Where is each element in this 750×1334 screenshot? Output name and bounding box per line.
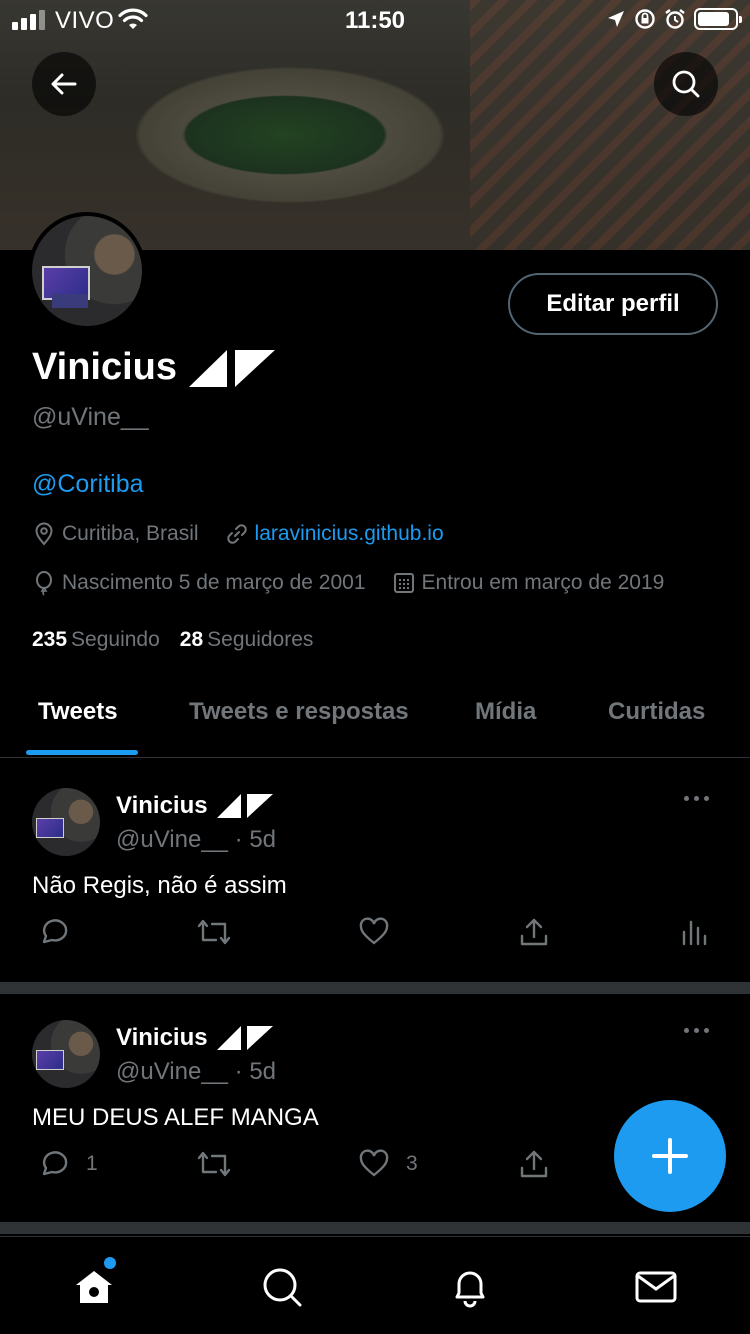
tweet-avatar[interactable] [32, 788, 100, 856]
avatar-laptop-base [52, 294, 88, 308]
website-item[interactable]: laravinicius.github.io [225, 522, 444, 546]
arrow-left-icon [51, 73, 77, 95]
map-pin-icon [35, 522, 53, 546]
name-logo-icon [216, 794, 273, 818]
tab-tweets-and-replies[interactable]: Tweets e respostas [189, 698, 409, 726]
analytics-icon [682, 920, 707, 946]
profile-tabs: Tweets Tweets e respostas Mídia Curtidas [0, 670, 750, 758]
more-options-icon[interactable] [684, 1028, 709, 1033]
balloon-icon [36, 571, 52, 596]
tweet-text: Não Regis, não é assim [32, 872, 287, 899]
battery-icon [694, 8, 742, 30]
tweet-author-name: Vinicius [116, 1024, 208, 1051]
tweet-text: MEU DEUS ALEF MANGA [32, 1104, 319, 1131]
followers-link[interactable]: 28 Seguidores [180, 628, 314, 652]
tweet-author-row: Vinicius [116, 1024, 274, 1052]
website-link[interactable]: laravinicius.github.io [255, 522, 444, 546]
birth-text: Nascimento 5 de março de 2001 [62, 571, 366, 594]
following-link[interactable]: 235 Seguindo [32, 628, 160, 652]
nav-messages[interactable] [634, 1265, 678, 1309]
share-icon [520, 918, 548, 946]
profile-meta-location-row: Curitiba, Brasil laravinicius.github.io [32, 522, 470, 546]
profile-avatar[interactable] [28, 212, 146, 330]
share-icon [520, 1150, 548, 1178]
location-arrow-icon [608, 11, 624, 27]
tab-likes[interactable]: Curtidas [608, 698, 705, 726]
tab-tweets[interactable]: Tweets [38, 698, 118, 726]
retweet-button[interactable] [196, 1148, 232, 1180]
analytics-button[interactable] [680, 916, 708, 948]
link-icon [226, 524, 247, 544]
bell-icon [455, 1271, 485, 1308]
bottom-nav [0, 1236, 750, 1334]
birth-item: Nascimento 5 de março de 2001 [32, 570, 366, 596]
home-icon [76, 1271, 112, 1303]
share-button[interactable] [518, 916, 550, 948]
bio-mention-link[interactable]: @Coritiba [32, 470, 144, 499]
status-right-icons [606, 8, 742, 30]
search-icon [672, 70, 700, 98]
tweet-handle-time: @uVine__ · 5d [116, 826, 277, 853]
nav-search[interactable] [260, 1265, 304, 1309]
heart-icon [359, 1149, 389, 1177]
profile-name-row: Vinicius [32, 346, 277, 389]
reply-button[interactable]: 1 [38, 1148, 98, 1180]
retweet-icon [197, 919, 231, 945]
tweet-separator [0, 1222, 750, 1234]
calendar-icon [393, 573, 414, 593]
joined-item: Entrou em março de 2019 [392, 571, 665, 595]
tweet-avatar[interactable] [32, 1020, 100, 1088]
reply-icon [42, 1151, 68, 1176]
search-button[interactable] [654, 52, 718, 116]
name-logo-icon [216, 1026, 273, 1050]
home-notification-dot [104, 1257, 116, 1269]
battery-level [698, 12, 729, 26]
search-icon [263, 1268, 302, 1307]
tweet-author-name: Vinicius [116, 792, 208, 819]
followers-label: Seguidores [207, 628, 314, 651]
reply-button[interactable] [38, 916, 86, 948]
reply-icon [42, 919, 68, 944]
followers-count: 28 [179, 628, 204, 651]
tweet-actions [0, 916, 750, 956]
profile-meta-dates-row: Nascimento 5 de março de 2001 Entrou em … [32, 570, 690, 596]
tweet-handle-time: @uVine__ · 5d [116, 1058, 277, 1085]
alarm-icon [665, 9, 685, 29]
back-button[interactable] [32, 52, 96, 116]
rotation-lock-icon [635, 9, 655, 29]
active-tab-indicator [26, 750, 138, 755]
tweet[interactable]: Vinicius @uVine__ · 5d Não Regis, não é … [0, 760, 750, 986]
heart-icon [359, 917, 389, 945]
profile-handle: @uVine__ [32, 403, 149, 431]
like-count: 3 [406, 1152, 418, 1175]
avatar-laptop-screen [36, 818, 64, 838]
share-button[interactable] [518, 1148, 550, 1180]
plus-icon [652, 1138, 688, 1174]
status-bar: VIVO 11:50 [0, 0, 750, 40]
joined-text: Entrou em março de 2019 [421, 571, 665, 594]
location-text: Curitiba, Brasil [62, 522, 199, 545]
follow-stats: 235 Seguindo 28 Seguidores [32, 628, 313, 652]
name-logo-icon [189, 349, 276, 387]
location-item: Curitiba, Brasil [32, 522, 199, 546]
retweet-button[interactable] [196, 916, 232, 948]
nav-notifications[interactable] [448, 1265, 492, 1309]
compose-tweet-button[interactable] [614, 1100, 726, 1212]
tab-media[interactable]: Mídia [475, 698, 536, 726]
retweet-icon [197, 1151, 231, 1177]
avatar-laptop-screen [36, 1050, 64, 1070]
following-count: 235 [32, 628, 68, 651]
profile-name: Vinicius [32, 346, 178, 388]
following-label: Seguindo [71, 628, 160, 651]
mail-icon [635, 1271, 677, 1303]
reply-count: 1 [86, 1152, 98, 1175]
nav-home[interactable] [72, 1265, 116, 1309]
like-button[interactable] [358, 916, 406, 948]
like-button[interactable]: 3 [358, 1148, 418, 1180]
edit-profile-button[interactable]: Editar perfil [508, 273, 718, 335]
more-options-icon[interactable] [684, 796, 709, 801]
tweet-author-row: Vinicius [116, 792, 274, 820]
